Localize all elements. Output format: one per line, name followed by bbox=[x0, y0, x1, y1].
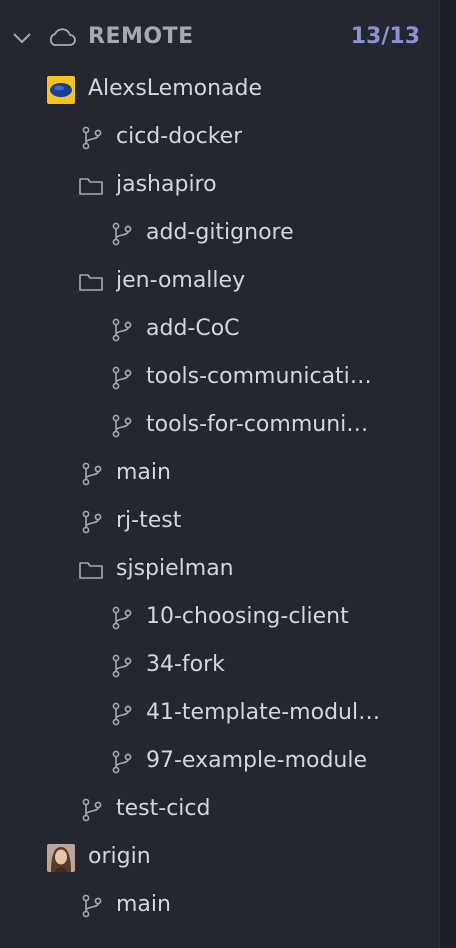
org-logo-icon bbox=[47, 76, 75, 104]
branch-icon bbox=[110, 702, 134, 730]
folder-icon bbox=[78, 174, 104, 202]
folder-icon bbox=[78, 270, 104, 298]
item-label: tools-communicati… bbox=[146, 364, 372, 389]
folder-icon bbox=[78, 558, 104, 586]
item-label: main bbox=[116, 460, 171, 485]
remote-row[interactable]: origin bbox=[0, 834, 440, 882]
item-label: sjspielman bbox=[116, 556, 234, 581]
branch-icon bbox=[80, 894, 104, 922]
branch-row[interactable]: test-cicd bbox=[0, 786, 440, 834]
branch-row[interactable]: tools-for-communi… bbox=[0, 402, 440, 450]
item-label: rj-test bbox=[116, 508, 182, 533]
branch-icon bbox=[110, 414, 134, 442]
item-label: jashapiro bbox=[116, 172, 217, 197]
item-label: cicd-docker bbox=[116, 124, 243, 149]
branch-row[interactable]: 34-fork bbox=[0, 642, 440, 690]
branch-icon bbox=[80, 510, 104, 538]
branch-icon bbox=[110, 366, 134, 394]
item-label: 41-template-modul… bbox=[146, 700, 381, 725]
branch-icon bbox=[80, 126, 104, 154]
branch-icon bbox=[110, 606, 134, 634]
branch-icon bbox=[110, 654, 134, 682]
branch-row[interactable]: add-gitignore bbox=[0, 210, 440, 258]
branch-row[interactable]: 10-choosing-client bbox=[0, 594, 440, 642]
item-label: add-gitignore bbox=[146, 220, 294, 245]
remote-section-header[interactable]: REMOTE 13/13 bbox=[0, 18, 440, 58]
remote-count-badge: 13/13 bbox=[350, 24, 420, 49]
scrollbar[interactable] bbox=[439, 0, 456, 948]
branch-row[interactable]: rj-test bbox=[0, 498, 440, 546]
remote-panel: REMOTE 13/13 AlexsLemonade cicd-docker jas… bbox=[0, 0, 440, 948]
item-label: main bbox=[116, 892, 171, 917]
item-label: 10-choosing-client bbox=[146, 604, 349, 629]
branch-icon bbox=[110, 750, 134, 778]
branch-row[interactable]: main bbox=[0, 882, 440, 930]
branch-row[interactable]: 41-template-modul… bbox=[0, 690, 440, 738]
cloud-icon bbox=[46, 26, 78, 54]
item-label: test-cicd bbox=[116, 796, 211, 821]
branch-row[interactable]: 97-example-module bbox=[0, 738, 440, 786]
branch-row[interactable]: cicd-docker bbox=[0, 114, 440, 162]
item-label: 97-example-module bbox=[146, 748, 368, 773]
branch-icon bbox=[80, 798, 104, 826]
remote-row[interactable]: AlexsLemonade bbox=[0, 66, 440, 114]
item-label: 34-fork bbox=[146, 652, 225, 677]
item-label: jen-omalley bbox=[116, 268, 246, 293]
avatar bbox=[47, 844, 75, 872]
folder-row[interactable]: jashapiro bbox=[0, 162, 440, 210]
branch-icon bbox=[110, 222, 134, 250]
section-title: REMOTE bbox=[88, 24, 194, 49]
branch-row[interactable]: add-CoC bbox=[0, 306, 440, 354]
item-label: origin bbox=[88, 844, 151, 869]
folder-row[interactable]: jen-omalley bbox=[0, 258, 440, 306]
item-label: tools-for-communi… bbox=[146, 412, 369, 437]
item-label: add-CoC bbox=[146, 316, 240, 341]
branch-icon bbox=[110, 318, 134, 346]
item-label: AlexsLemonade bbox=[88, 76, 263, 101]
branch-row[interactable]: tools-communicati… bbox=[0, 354, 440, 402]
chevron-down-icon[interactable] bbox=[10, 26, 34, 54]
branch-row[interactable]: main bbox=[0, 450, 440, 498]
folder-row[interactable]: sjspielman bbox=[0, 546, 440, 594]
branch-icon bbox=[80, 462, 104, 490]
